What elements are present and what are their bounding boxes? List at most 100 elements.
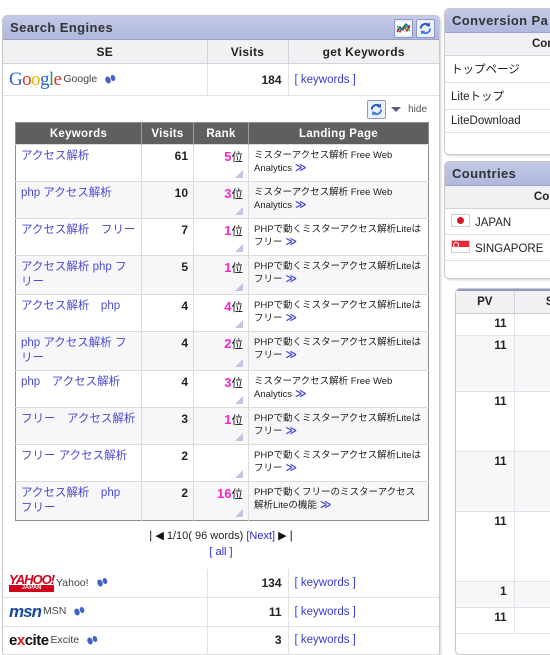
table-row[interactable]: php アクセス解析 4 3位 ミスターアクセス解析 Free Web Anal… [15,370,429,408]
landing-page-link[interactable]: ≫ [320,499,332,511]
table-row[interactable]: フリー アクセス解析 3 1位 PHPで動くミスターアクセス解析Liteはフリー… [15,407,429,445]
footprint-icon[interactable] [104,74,117,85]
pager-first-button[interactable]: ❘◀ [146,530,164,542]
keywords-link[interactable]: [ keywords ] [295,577,356,589]
keyword-link[interactable]: php アクセス解析 [21,187,112,199]
table-row[interactable]: 1 [456,581,550,608]
table-row[interactable]: 11 [456,511,550,582]
table-row[interactable]: 11 [456,313,550,336]
refresh-icon[interactable] [366,100,386,119]
keyword-link[interactable]: フリー アクセス解析 [21,413,135,425]
landing-page-link[interactable]: ≫ [286,236,298,248]
chevron-down-icon[interactable] [391,107,402,112]
keyword-link[interactable]: フリー アクセス解析 [21,450,127,462]
keyword-cell[interactable]: php アクセス解析 フリー [15,331,142,371]
keyword-cell[interactable]: フリー アクセス解析 [15,444,142,482]
footprint-icon[interactable] [96,577,109,588]
landing-page-cell[interactable]: PHPで動くフリーのミスターアクセス解析Liteの機能 ≫ [248,481,429,521]
table-row[interactable]: 11 [456,451,550,512]
table-row[interactable]: SINGAPORE [445,234,550,261]
country-cell[interactable]: JAPAN [445,208,550,235]
landing-page-cell[interactable]: PHPで動くミスターアクセス解析Liteはフリー ≫ [248,331,429,371]
keyword-cell[interactable]: php アクセス解析 [15,370,142,408]
chart-icon[interactable] [394,19,413,38]
landing-page-cell[interactable]: PHPで動くミスターアクセス解析Liteはフリー ≫ [248,407,429,445]
table-row[interactable]: php アクセス解析 10 3位 ミスターアクセス解析 Free Web Ana… [15,181,429,219]
landing-page-cell[interactable]: ミスターアクセス解析 Free Web Analytics ≫ [248,181,429,219]
table-row[interactable]: アクセス解析 php フリー 2 16位 PHPで動くフリーのミスターアクセス解… [15,481,429,521]
table-row[interactable]: Liteトップ [445,82,550,110]
footprint-icon[interactable] [86,635,99,646]
keyword-link[interactable]: アクセス解析 php [21,300,120,312]
keyword-link[interactable]: アクセス解析 php フリー [21,487,132,514]
countries-table: Country JAPAN SINGAPORE [445,186,550,261]
title-icon-group [394,19,435,38]
table-row[interactable]: トップページ [445,55,550,83]
table-row[interactable]: 11 [456,391,550,452]
country-cell[interactable]: SINGAPORE [445,234,550,261]
table-row[interactable]: YAHOO! JAPAN Yahoo! 134 [ keywords ] [3,569,439,598]
table-row[interactable]: php アクセス解析 フリー 4 2位 PHPで動くミスターアクセス解析Lite… [15,331,429,371]
landing-page-link[interactable]: ≫ [286,462,298,474]
landing-page-link[interactable]: ≫ [286,425,298,437]
keyword-cell[interactable]: アクセス解析 php フリー [15,255,142,295]
landing-page-cell[interactable]: ミスターアクセス解析 Free Web Analytics ≫ [248,370,429,408]
keyword-cell[interactable]: アクセス解析 php [15,294,142,332]
table-row[interactable]: 11 [456,335,550,392]
landing-page-link[interactable]: ≫ [295,199,307,211]
landing-page-cell[interactable]: PHPで動くミスターアクセス解析Liteはフリー ≫ [248,255,429,295]
conversion-page-cell[interactable]: LiteDownload [445,109,550,133]
table-row[interactable]: アクセス解析 php フリー 5 1位 PHPで動くミスターアクセス解析Lite… [15,255,429,295]
se-keywords-cell-excite[interactable]: [ keywords ] [288,626,439,655]
landing-page-cell[interactable]: PHPで動くミスターアクセス解析Liteはフリー ≫ [248,294,429,332]
pager-last-button[interactable]: ▶❘ [278,530,296,542]
landing-page-cell[interactable]: PHPで動くミスターアクセス解析Liteはフリー ≫ [248,444,429,482]
se-keywords-cell-google[interactable]: [ keywords ] [288,63,439,96]
keyword-cell[interactable]: アクセス解析 [15,144,142,182]
refresh-icon[interactable] [416,19,435,38]
landing-page-cell[interactable]: ミスターアクセス解析 Free Web Analytics ≫ [248,144,429,182]
pager-all-link[interactable]: [ all ] [209,546,232,558]
landing-page-link[interactable]: ≫ [295,162,307,174]
table-row[interactable]: フリー アクセス解析 2 PHPで動くミスターアクセス解析Liteはフリー ≫ [15,444,429,482]
keyword-link[interactable]: php アクセス解析 フリー [21,337,127,364]
keyword-cell[interactable]: フリー アクセス解析 [15,407,142,445]
landing-page-link[interactable]: ≫ [286,273,298,285]
table-row[interactable]: JAPAN [445,208,550,235]
se-keywords-cell-yahoo[interactable]: [ keywords ] [288,569,439,598]
conversion-page-cell[interactable]: トップページ [445,55,550,83]
landing-page-link[interactable]: ≫ [286,349,298,361]
se-keywords-cell-msn[interactable]: [ keywords ] [288,597,439,627]
keyword-link[interactable]: アクセス解析 [21,150,89,162]
table-row[interactable]: excite Excite 3 [ keywords ] [3,626,439,655]
landing-page-link[interactable]: ≫ [286,312,298,324]
keyword-link[interactable]: php アクセス解析 [21,376,120,388]
se-cell-google[interactable]: Google Google [3,63,208,96]
table-row[interactable]: 11 [456,607,550,634]
keyword-cell[interactable]: php アクセス解析 [15,181,142,219]
rank-number: 1 [224,223,232,238]
table-row[interactable]: Google Google 184 [ keywords ] [3,63,439,96]
footprint-icon[interactable] [73,606,86,617]
keyword-link[interactable]: アクセス解析 php フリー [21,261,127,288]
keywords-link[interactable]: [ keywords ] [295,606,356,618]
hide-label[interactable]: hide [408,104,427,115]
keywords-link[interactable]: [ keywords ] [295,634,356,646]
keyword-link[interactable]: アクセス解析 フリー [21,224,135,236]
se-cell-excite[interactable]: excite Excite [3,626,208,655]
table-row[interactable]: アクセス解析 フリー 7 1位 PHPで動くミスターアクセス解析Liteはフリー… [15,218,429,256]
keyword-cell[interactable]: アクセス解析 フリー [15,218,142,256]
se-cell-yahoo[interactable]: YAHOO! JAPAN Yahoo! [3,569,208,598]
landing-page-cell[interactable]: PHPで動くミスターアクセス解析Liteはフリー ≫ [248,218,429,256]
table-row[interactable]: LiteDownload [445,109,550,133]
table-row[interactable]: msn MSN 11 [ keywords ] [3,597,439,627]
landing-page-link[interactable]: ≫ [295,388,307,400]
table-row[interactable]: アクセス解析 php 4 4位 PHPで動くミスターアクセス解析Liteはフリー… [15,294,429,332]
keywords-link[interactable]: [ keywords ] [295,74,356,86]
keyword-cell[interactable]: アクセス解析 php フリー [15,481,142,521]
conversion-pages-title-bar: Conversion Pa [445,9,550,33]
table-row[interactable]: アクセス解析 61 5位 ミスターアクセス解析 Free Web Analyti… [15,144,429,182]
se-cell-msn[interactable]: msn MSN [3,597,208,627]
pager-next-button[interactable]: [Next] [246,530,275,542]
conversion-page-cell[interactable]: Liteトップ [445,82,550,110]
